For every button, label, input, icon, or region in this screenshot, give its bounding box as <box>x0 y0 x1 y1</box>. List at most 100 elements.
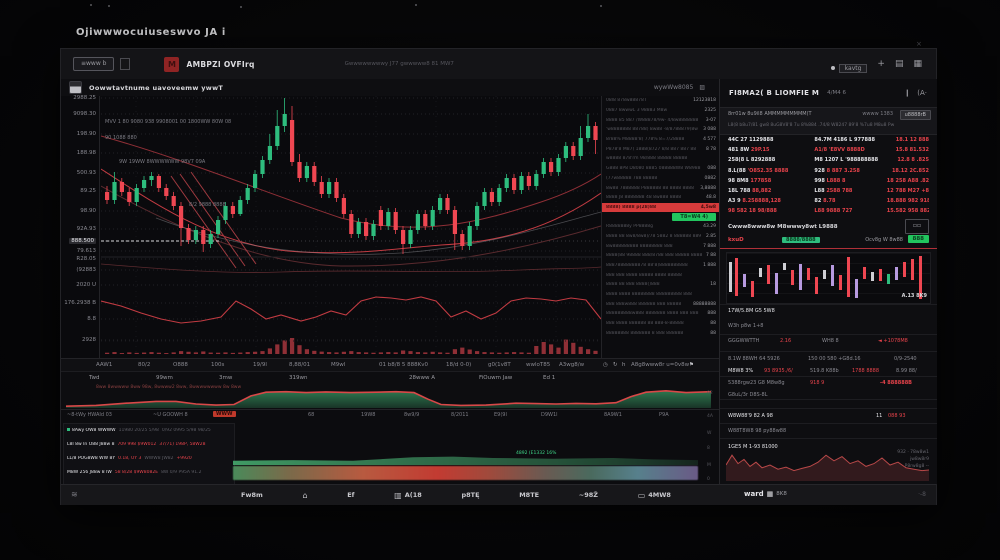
expand-icon[interactable]: ▫▫ <box>905 219 929 234</box>
interval-tab[interactable]: FiOuwm Jaw <box>479 375 512 381</box>
status-item[interactable]: Fw8m <box>241 491 263 499</box>
grid-icon[interactable]: ▦ <box>913 59 922 69</box>
time-tick[interactable]: O888 <box>173 362 188 368</box>
status-item[interactable]: ▭4MW8 <box>638 491 671 500</box>
panel-settings-button[interactable]: u8888rB <box>900 110 931 120</box>
data-row[interactable]: P878'8 M87) 1888(8727 8/8 887 887 888 78 <box>602 144 720 154</box>
data-row[interactable]: 88878888888878 88'8)88888888881 888 <box>602 261 720 271</box>
status-item[interactable]: p8TĘ <box>461 491 479 499</box>
data-row[interactable]: 08l8 878w88878T12123818 <box>602 96 720 106</box>
sell-label[interactable]: kxuD <box>728 237 744 243</box>
interval-tab[interactable]: 28www A <box>409 375 435 381</box>
data-row[interactable]: 888888888w888 8888888 8888 888 888888 <box>602 309 720 319</box>
time-axis[interactable]: AAW1 80/2 O888 100s 19/9l 8,88/01 M9wl 01 b8/8 … <box>61 358 719 372</box>
data-row[interactable]: 0887 8wwwL 3 98883 M8w2325 <box>602 106 720 116</box>
panel-menu-icon[interactable]: ❙ <box>904 89 910 97</box>
time-tick[interactable]: g0(1v8T <box>488 362 511 368</box>
document-icon[interactable] <box>120 58 130 70</box>
status-item[interactable]: Ef <box>347 491 354 499</box>
clock-icon[interactable]: ◷ <box>603 362 608 368</box>
table-row[interactable]: LL/8 POG8W8 WW 8Y0.18, UY 3WWW8 JW82+992… <box>67 456 231 461</box>
quote-row[interactable]: 8.L(88 'O852.35 8888928 8 887 3.25818.12… <box>720 166 937 176</box>
quote-row[interactable]: 18L 788 88,882L88 2588 78812 788 M27 +88 <box>720 186 937 196</box>
layout-toggle[interactable]: kavtg <box>839 64 868 73</box>
bottom-header-label-2[interactable]: ~U GOOWH 8 <box>153 412 188 418</box>
time-tick[interactable]: AAW1 <box>96 362 112 368</box>
interval-tab[interactable]: 3mw <box>219 375 232 381</box>
quote-row[interactable]: 98 582 18 98/888L88 9888 72715.582 958 8… <box>720 206 937 216</box>
data-row[interactable]: 8w888888888 88888888 8887 888 <box>602 241 720 251</box>
status-right-mark[interactable]: ·-8 <box>918 491 926 498</box>
time-tick[interactable]: 01 b8/8 5 888Kv0 <box>379 362 428 368</box>
panel-filter-icon[interactable]: (A· <box>917 89 927 97</box>
symbol-label[interactable]: AMBPZI OVFIrq <box>186 60 254 69</box>
data-row[interactable]: (77w88888 788 888880882 <box>602 174 720 184</box>
chart-header-right-label[interactable]: wywWw8085 <box>654 84 693 91</box>
confirm-button[interactable]: T8=W4 4) <box>672 213 716 221</box>
time-tick[interactable]: 80/2 <box>138 362 150 368</box>
quote-row[interactable]: 258(8 L 8292888M8 1207 L '98888888812.8 … <box>720 155 937 165</box>
price-axis[interactable]: 2988.259098.30198.90188.98500.9389.2598.… <box>61 96 100 358</box>
data-row[interactable]: 8w88 7888888 P888888 88 8888 88883,8888 <box>602 183 720 193</box>
data-row[interactable]: R8888888y PP8888g43.29 <box>602 222 720 232</box>
candlestick-plot[interactable] <box>101 96 601 358</box>
interval-tab[interactable]: 99wm <box>156 375 173 381</box>
buy-row[interactable]: T8=W4 4) <box>602 212 720 222</box>
time-tick[interactable]: A3wg8/w <box>559 362 584 368</box>
data-row[interactable]: 8r88% M8888'8) 778% 8=7/288884 577 <box>602 135 720 145</box>
data-row[interactable]: 8888 J8 8888888 48 8w888 888848.8 <box>602 193 720 203</box>
candles-icon[interactable]: ▨ <box>699 84 705 91</box>
refresh-icon[interactable]: ↻ <box>613 362 618 368</box>
data-row[interactable]: 8888(88 98888 888/8788 888 88888 88887 8… <box>602 251 720 261</box>
flag-icon[interactable]: ⚑ <box>689 362 694 368</box>
data-row[interactable]: 8888 8888 88888888 888888888 888 <box>602 290 720 300</box>
interval-tab[interactable]: 319wn <box>289 375 307 381</box>
data-row[interactable]: 8888 85 887 /W88878/9w- 4/8w88888883-07 <box>602 115 720 125</box>
data-row[interactable]: 888 888w888 888888 888 8888888888888 <box>602 299 720 309</box>
price-alert-row[interactable]: 8888) 8888 p(28)884,5w8 <box>602 203 720 213</box>
table-row[interactable]: M8W 256 J88w 8 IW58 8/28 $9W8082E8W 0/9 … <box>67 470 231 475</box>
status-item[interactable]: ▥A(18 <box>394 491 422 500</box>
buy-button[interactable]: 888 <box>908 235 929 243</box>
chart-type-icon[interactable] <box>69 81 82 94</box>
data-row[interactable]: 'w8888888 88788) 8w88 -8/8788879(8w3 088 <box>602 125 720 135</box>
quote-table[interactable]: 44C 27 112988884.7M 4186 L 97788818.1 12… <box>720 135 937 217</box>
time-tick[interactable]: wwloT85 <box>526 362 550 368</box>
add-icon[interactable]: + <box>877 59 885 69</box>
status-item[interactable]: ~98Ž <box>579 491 598 499</box>
interval-tab[interactable]: Twd <box>89 375 99 381</box>
hour-icon[interactable]: h <box>622 362 626 368</box>
menu-button[interactable]: ≡www b <box>73 57 114 71</box>
data-row[interactable]: 8888 88 8w8/8w8)/78 5882 8 888888 8892.8… <box>602 232 720 242</box>
time-tick[interactable]: 18/d 0-0) <box>446 362 471 368</box>
table-row[interactable]: L8I 8w In O88 J88w 8709 998 $9W01237/71)… <box>67 442 231 447</box>
data-row[interactable]: G888 8P8 D8080 8885 088888W8 W8988088 <box>602 164 720 174</box>
data-row[interactable]: 88888888 8888888 8 888 88888888 <box>602 329 720 339</box>
positions-table[interactable]: 8Awy OW8 WWWW11980 20/25 5/980/92 0995 5… <box>63 423 235 485</box>
quote-row[interactable]: 481 8W 29P.15A1/8 'E8VV 8888D15.8 81.532 <box>720 145 937 155</box>
status-item[interactable]: M8TE <box>519 491 539 499</box>
wave-icon[interactable]: ≋ <box>71 490 78 499</box>
data-column[interactable]: 08l8 878w88878T121238180887 8wwwL 3 9888… <box>601 96 720 371</box>
data-row[interactable]: 8888 88 888 8888()88818 <box>602 280 720 290</box>
ward-label[interactable]: ward ▦ 8K8 <box>744 490 787 498</box>
time-tick[interactable]: 100s <box>211 362 224 368</box>
timezone-label[interactable]: A8g8www8r u=0v8w <box>631 362 689 368</box>
app-logo-icon[interactable]: M <box>164 57 179 72</box>
data-row[interactable]: w8888 878'rm 98/888 88888 88888 <box>602 154 720 164</box>
table-row[interactable]: 8Awy OW8 WWWW11980 20/25 5/980/92 0995 5… <box>67 428 231 433</box>
close-icon[interactable]: × <box>916 40 922 48</box>
time-tick[interactable]: M9wl <box>331 362 345 368</box>
time-tick[interactable]: 19/9l <box>253 362 267 368</box>
data-row[interactable]: 888 8888 888888 88 888-8-8888888 <box>602 319 720 329</box>
interval-tab[interactable]: Ed 1 <box>543 375 555 381</box>
data-row[interactable]: 888 888 8888 88888 8888 88888 <box>602 270 720 280</box>
mini-candlestick-chart[interactable] <box>726 252 931 304</box>
quote-row[interactable]: 44C 27 112988884.7M 4186 L 97788818.1 12… <box>720 135 937 145</box>
quote-row[interactable]: A3 9 8.258888,12882 8.7818.888 982 918 <box>720 196 937 206</box>
quote-row[interactable]: 98 8M8 177858998 L888 818 258 A88 .825 <box>720 176 937 186</box>
bottom-header-label[interactable]: ~8-tWy HWAId 03 <box>67 412 112 418</box>
status-item[interactable]: ⌂ <box>302 491 307 500</box>
time-tick[interactable]: 8,88/01 <box>289 362 310 368</box>
cards-icon[interactable]: ▤ <box>895 59 904 69</box>
